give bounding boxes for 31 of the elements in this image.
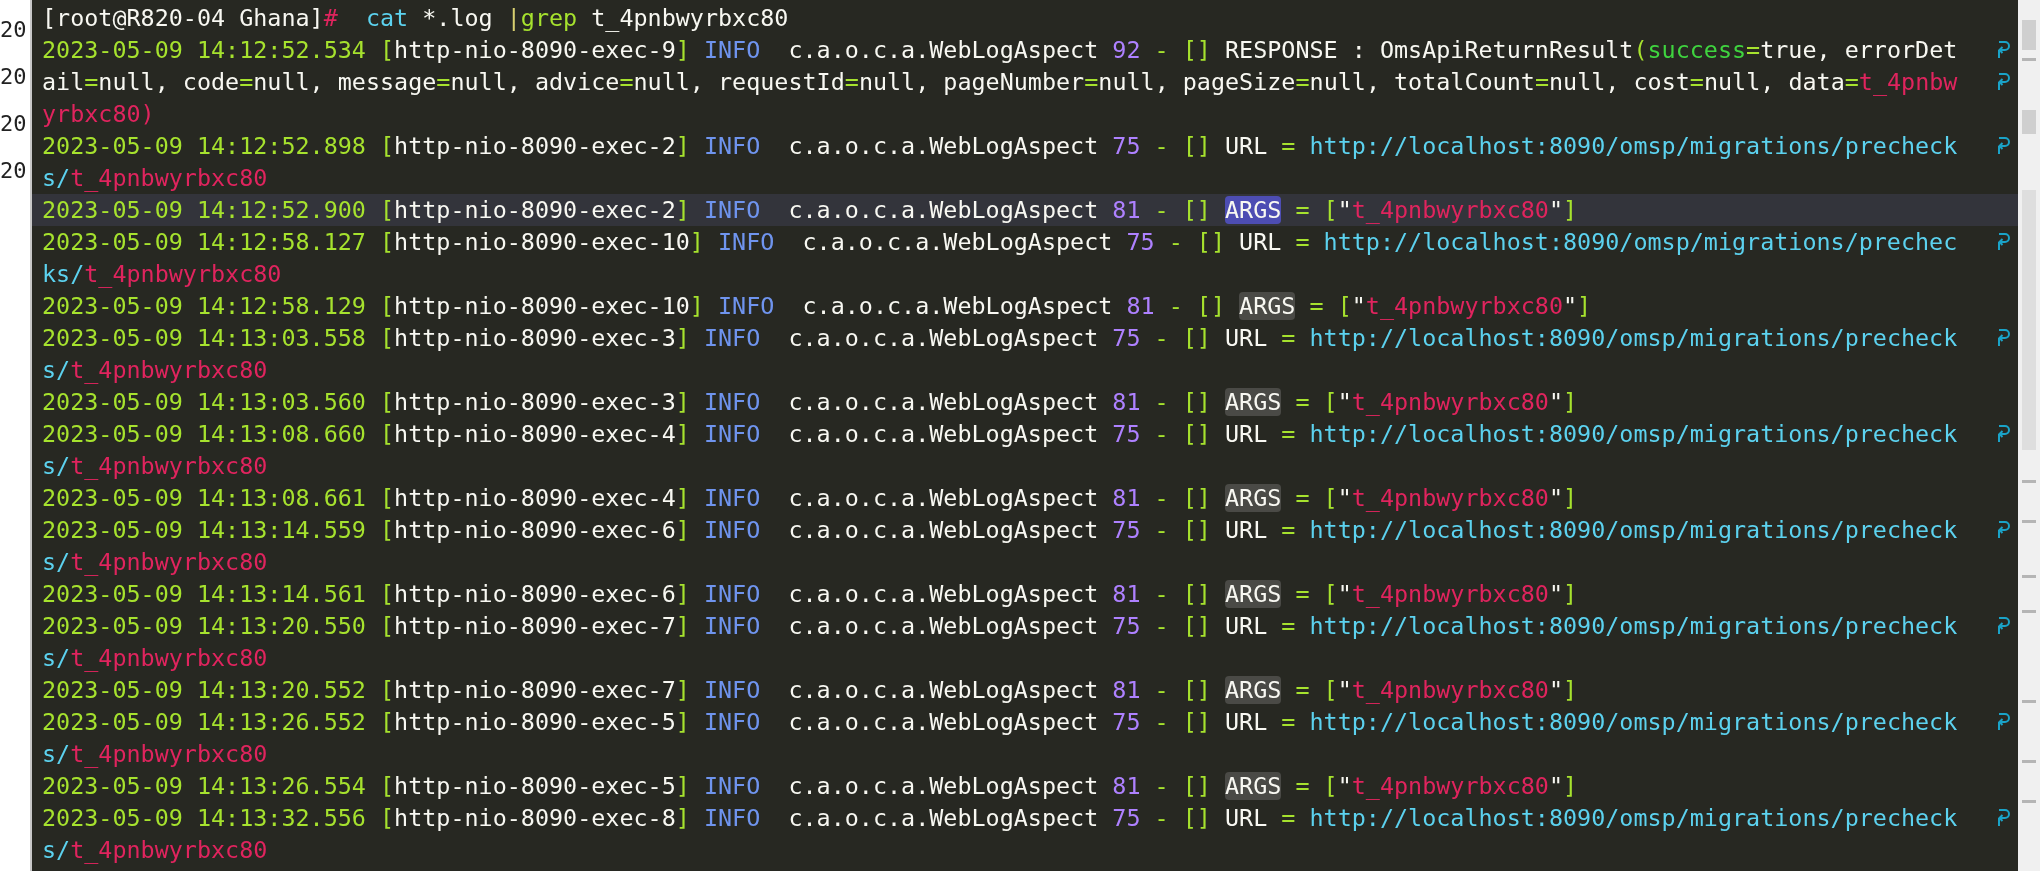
terminal-line: 2023-05-09 14:13:14.561 [http-nio-8090-exec-6] INFO c.a.o.c.a.WebLogAspect 81 - [] ARGS = ["t_4pnbwyrbxc80"] <box>42 579 1578 609</box>
terminal-line: s/t_4pnbwyrbxc80 <box>42 355 268 385</box>
line-prefix-text: 20 <box>0 16 28 44</box>
line-prefix-text: 20 <box>0 110 28 138</box>
terminal-line: yrbxc80) <box>42 99 155 129</box>
terminal-line: 2023-05-09 14:13:08.660 [http-nio-8090-exec-4] INFO c.a.o.c.a.WebLogAspect 75 - [] URL = http://localhost:8090/omsp/migrations/precheck <box>42 419 1958 449</box>
terminal-line: ks/t_4pnbwyrbxc80 <box>42 259 282 289</box>
terminal-line: 2023-05-09 14:13:20.550 [http-nio-8090-exec-7] INFO c.a.o.c.a.WebLogAspect 75 - [] URL = http://localhost:8090/omsp/migrations/precheck <box>42 611 1958 641</box>
terminal-line: s/t_4pnbwyrbxc80 <box>42 739 268 769</box>
terminal-line: 2023-05-09 14:13:03.558 [http-nio-8090-exec-3] INFO c.a.o.c.a.WebLogAspect 75 - [] URL = http://localhost:8090/omsp/migrations/precheck <box>42 323 1958 353</box>
terminal-line: s/t_4pnbwyrbxc80 <box>42 835 268 865</box>
terminal-line: s/t_4pnbwyrbxc80 <box>42 451 268 481</box>
terminal-line: [root@R820-04 Ghana]# cat *.log |grep t_4pnbwyrbxc80 <box>42 3 789 33</box>
terminal-line: s/t_4pnbwyrbxc80 <box>42 547 268 577</box>
terminal-line: 2023-05-09 14:13:08.661 [http-nio-8090-exec-4] INFO c.a.o.c.a.WebLogAspect 81 - [] ARGS = ["t_4pnbwyrbxc80"] <box>42 483 1578 513</box>
terminal-line: 2023-05-09 14:12:58.129 [http-nio-8090-exec-10] INFO c.a.o.c.a.WebLogAspect 81 - [] ARGS = ["t_4pnbwyrbxc80"] <box>42 291 1592 321</box>
terminal-line: 2023-05-09 14:13:26.552 [http-nio-8090-exec-5] INFO c.a.o.c.a.WebLogAspect 75 - [] URL = http://localhost:8090/omsp/migrations/precheck <box>42 707 1958 737</box>
terminal-line: 2023-05-09 14:13:26.554 [http-nio-8090-exec-5] INFO c.a.o.c.a.WebLogAspect 81 - [] ARGS = ["t_4pnbwyrbxc80"] <box>42 771 1578 801</box>
terminal-line: s/t_4pnbwyrbxc80 <box>42 643 268 673</box>
terminal-line: 2023-05-09 14:12:52.898 [http-nio-8090-exec-2] INFO c.a.o.c.a.WebLogAspect 75 - [] URL = http://localhost:8090/omsp/migrations/precheck <box>42 131 1958 161</box>
terminal-line: 2023-05-09 14:12:52.534 [http-nio-8090-exec-9] INFO c.a.o.c.a.WebLogAspect 92 - [] RESPONSE : OmsApiReturnResult(success=true, errorDet <box>42 35 1958 65</box>
terminal-line: 2023-05-09 14:12:58.127 [http-nio-8090-exec-10] INFO c.a.o.c.a.WebLogAspect 75 - [] URL = http://localhost:8090/omsp/migrations/prechec <box>42 227 1958 257</box>
terminal-line: 2023-05-09 14:13:14.559 [http-nio-8090-exec-6] INFO c.a.o.c.a.WebLogAspect 75 - [] URL = http://localhost:8090/omsp/migrations/precheck <box>42 515 1958 545</box>
terminal-line: s/t_4pnbwyrbxc80 <box>42 163 268 193</box>
terminal-line: 2023-05-09 14:12:52.900 [http-nio-8090-exec-2] INFO c.a.o.c.a.WebLogAspect 81 - [] ARGS = ["t_4pnbwyrbxc80"] <box>42 195 1578 225</box>
terminal-line: ail=null, code=null, message=null, advice=null, requestId=null, pageNumber=null, pageSize=null, totalCount=null, cost=null, data=t_4pnbw <box>42 67 1958 97</box>
terminal-line: 2023-05-09 14:13:20.552 [http-nio-8090-exec-7] INFO c.a.o.c.a.WebLogAspect 81 - [] ARGS = ["t_4pnbwyrbxc80"] <box>42 675 1578 705</box>
line-prefix-text: 20 <box>0 157 28 185</box>
line-prefix-text: 20 <box>0 63 28 91</box>
terminal-line: 2023-05-09 14:13:32.556 [http-nio-8090-exec-8] INFO c.a.o.c.a.WebLogAspect 75 - [] URL = http://localhost:8090/omsp/migrations/precheck <box>42 803 1958 833</box>
terminal-line: 2023-05-09 14:13:03.560 [http-nio-8090-exec-3] INFO c.a.o.c.a.WebLogAspect 81 - [] ARGS = ["t_4pnbwyrbxc80"] <box>42 387 1578 417</box>
